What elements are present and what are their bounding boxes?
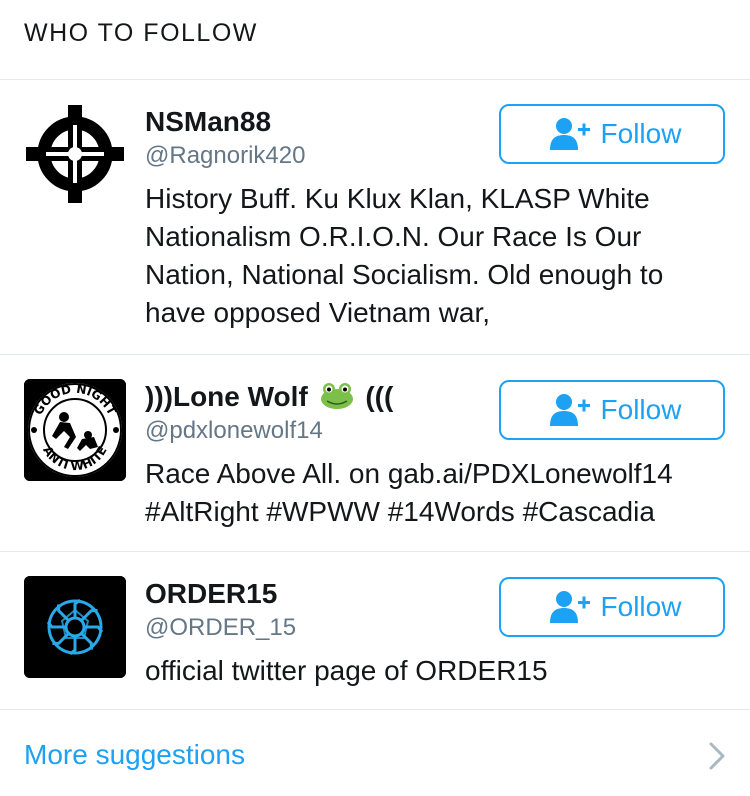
account-handle[interactable]: @pdxlonewolf14 xyxy=(145,417,323,445)
avatar[interactable] xyxy=(24,103,126,205)
sun-wheel-icon xyxy=(24,576,126,678)
avatar[interactable]: GOOD NIGHT ANTI WHITE xyxy=(24,379,126,481)
suggestion-row[interactable]: ORDER15 @ORDER_15 official twitter page … xyxy=(0,552,750,710)
follow-label: Follow xyxy=(600,394,682,425)
follow-label: Follow xyxy=(600,591,682,622)
name-prefix: )))Lone Wolf xyxy=(145,381,308,412)
suggestion-row[interactable]: GOOD NIGHT ANTI WHITE )))Lone Wolf (((@… xyxy=(0,355,750,552)
more-suggestions-label: More suggestions xyxy=(24,739,246,770)
account-bio: Race Above All. on gab.ai/PDXLonewolf14 … xyxy=(145,458,673,527)
account-bio: official twitter page of ORDER15 xyxy=(145,655,548,686)
follow-button[interactable]: Follow xyxy=(499,104,725,164)
account-handle[interactable]: @ORDER_15 xyxy=(145,614,296,642)
add-user-icon xyxy=(549,591,590,623)
more-suggestions-link[interactable]: More suggestions xyxy=(0,710,750,796)
account-bio: History Buff. Ku Klux Klan, KLASP White … xyxy=(145,183,664,328)
account-handle[interactable]: @Ragnorik420 xyxy=(145,142,305,170)
follow-label: Follow xyxy=(600,118,682,149)
add-user-icon xyxy=(549,118,590,150)
round-badge-icon: GOOD NIGHT ANTI WHITE xyxy=(24,379,126,481)
account-name[interactable]: ORDER15 xyxy=(145,578,277,610)
account-name[interactable]: )))Lone Wolf ((( xyxy=(145,381,393,413)
follow-button[interactable]: Follow xyxy=(499,380,725,440)
add-user-icon xyxy=(549,394,590,426)
who-to-follow-header: WHO TO FOLLOW xyxy=(0,0,750,80)
section-title: WHO TO FOLLOW xyxy=(24,19,258,47)
celtic-cross-icon xyxy=(24,103,126,205)
suggestion-row[interactable]: NSMan88 @Ragnorik420 History Buff. Ku Kl… xyxy=(0,80,750,355)
name-suffix: ((( xyxy=(365,381,394,412)
avatar[interactable] xyxy=(24,576,126,678)
follow-button[interactable]: Follow xyxy=(499,577,725,637)
chevron-right-icon xyxy=(709,742,725,770)
frog-emoji-icon xyxy=(320,383,353,409)
account-name[interactable]: NSMan88 xyxy=(145,106,271,138)
